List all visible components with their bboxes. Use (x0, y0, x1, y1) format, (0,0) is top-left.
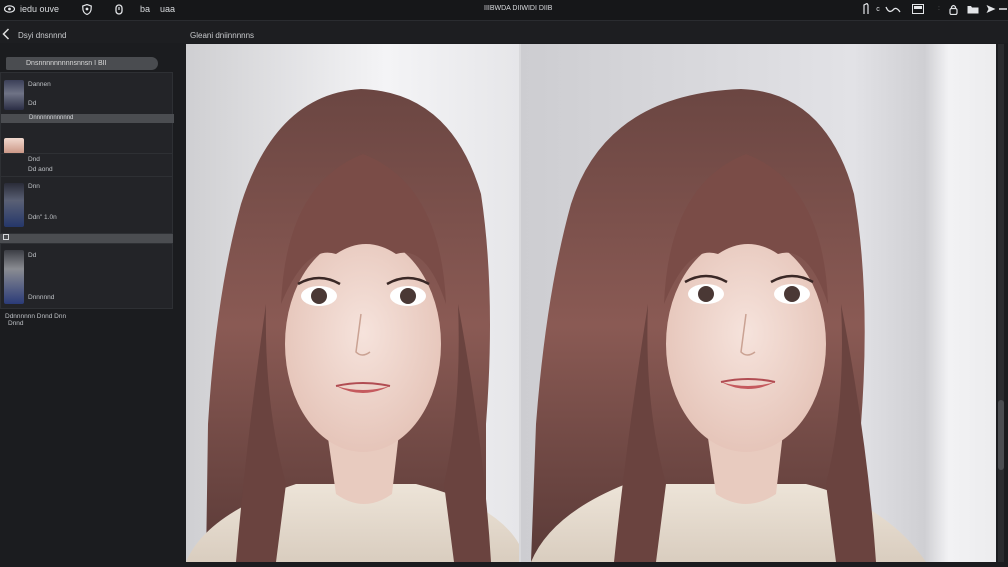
toolbar-strip (0, 21, 1008, 43)
small-c-icon: c (876, 5, 880, 13)
chevron-left-icon[interactable] (2, 28, 10, 43)
image-icon (3, 234, 9, 240)
canvas-title: Gleani dniinnnnns (190, 31, 255, 40)
portrait-comparison-image (186, 44, 996, 562)
send-icon[interactable] (985, 3, 997, 15)
list-item[interactable]: Dannen Dd Dnnnnnnnnnnnd (0, 72, 174, 154)
entry-subtitle: Dnnnnnd (28, 294, 55, 301)
entry-tag: Dnnnnnnnnnnnd (1, 114, 174, 123)
window-title: IIIBWDA DIIWIDI DIIB (484, 5, 553, 12)
lock-icon[interactable] (947, 3, 959, 15)
thumbnail (4, 80, 24, 110)
list-item[interactable]: Dd Dnnnnnd (0, 243, 173, 309)
shield-icon[interactable] (81, 3, 93, 15)
sidebar-footer-line1: Ddnnnnnn Dnnd Dnn (5, 313, 67, 320)
vertical-scrollbar[interactable] (998, 44, 1004, 562)
eye-icon[interactable] (3, 3, 15, 15)
folder-icon[interactable] (967, 3, 979, 15)
sidebar-footer-line2: Dnnd (8, 320, 24, 327)
entry-subtitle: Dd aond (28, 166, 53, 173)
minus-icon[interactable] (997, 3, 1008, 15)
entry-title: Dd (28, 252, 37, 259)
list-item[interactable]: Dnn Ddn" 1.0n (0, 176, 173, 234)
separator-icon: : (938, 6, 940, 12)
thumbnail (4, 250, 24, 304)
window-icon[interactable] (912, 3, 924, 15)
pen-icon[interactable] (860, 3, 872, 15)
divider-strip (0, 234, 173, 243)
wave-icon[interactable] (884, 3, 902, 15)
entry-title: Dnd (28, 156, 40, 163)
menu-item-uaa[interactable]: uaa (160, 4, 175, 14)
image-canvas[interactable] (186, 44, 996, 562)
top-bar: iedu ouve ba uaa IIIBWDA DIIWIDI DIIB c … (0, 0, 1008, 21)
entry-subtitle: Dd (28, 100, 37, 107)
sidebar-title: Dsyi dnsnnnd (18, 31, 67, 40)
menu-item-ba[interactable]: ba (140, 4, 150, 14)
scrollbar-thumb[interactable] (998, 400, 1004, 470)
thumbnail (4, 183, 24, 227)
entry-title: Dnn (28, 183, 40, 190)
thumbnail (4, 138, 24, 154)
app-title: iedu ouve (20, 4, 60, 14)
settings-icon[interactable] (113, 3, 125, 15)
list-item[interactable]: Dnd Dd aond (0, 153, 173, 177)
sidebar-search-field[interactable]: Dnsnnnnnnnnnsnnsn I BII (6, 57, 158, 70)
entry-subtitle: Ddn" 1.0n (28, 214, 57, 221)
entry-title: Dannen (28, 81, 51, 88)
